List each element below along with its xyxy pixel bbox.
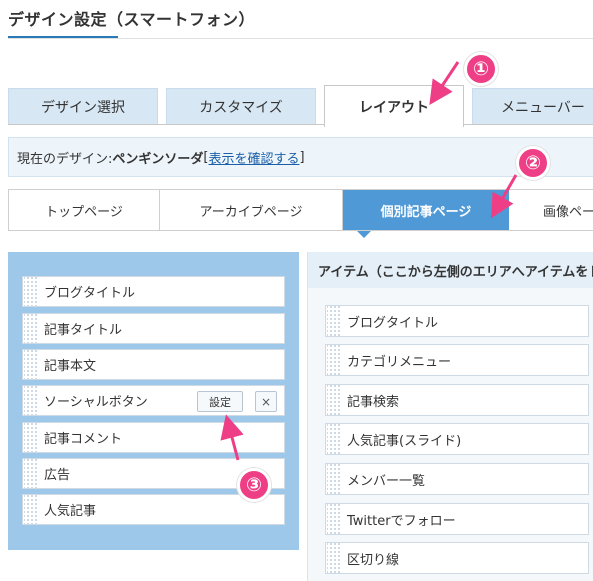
layout-slot[interactable]: ブログタイトル bbox=[22, 276, 285, 307]
annotation-badge-3: ③ bbox=[237, 468, 271, 502]
tab-label: メニューバー bbox=[501, 100, 585, 116]
palette-item[interactable]: 記事検索 bbox=[325, 384, 589, 416]
view-design-link[interactable]: 表示を確認する bbox=[208, 148, 299, 167]
palette-item[interactable]: Twitterでフォロー bbox=[325, 503, 589, 535]
subtab-label: トップページ bbox=[45, 204, 123, 220]
main-tab-bar: デザイン選択 カスタマイズ レイアウト メニューバー bbox=[8, 85, 593, 127]
drag-handle-icon[interactable] bbox=[327, 464, 341, 494]
items-header: アイテム（ここから左側のエリアへアイテムをドラッグ） bbox=[308, 252, 593, 288]
annotation-badge-1: ① bbox=[464, 52, 498, 86]
layout-slot[interactable]: 記事コメント bbox=[22, 422, 285, 453]
drag-handle-icon[interactable] bbox=[24, 495, 38, 524]
palette-item[interactable]: メンバー一覧 bbox=[325, 463, 589, 495]
tab-label: デザイン選択 bbox=[41, 100, 125, 116]
item-label: メンバー一覧 bbox=[347, 473, 426, 489]
item-label: カテゴリメニュー bbox=[347, 354, 452, 370]
layout-slot[interactable]: 記事タイトル bbox=[22, 313, 285, 344]
drag-handle-icon[interactable] bbox=[327, 306, 341, 336]
drag-handle-icon[interactable] bbox=[327, 345, 341, 375]
title-divider bbox=[8, 38, 593, 39]
item-label: 区切り線 bbox=[347, 552, 400, 568]
subtab-image-page[interactable]: 画像ページ bbox=[509, 190, 593, 230]
remove-button[interactable]: × bbox=[255, 391, 277, 412]
layout-slot[interactable]: 記事本文 bbox=[22, 349, 285, 380]
item-label: ブログタイトル bbox=[347, 315, 439, 331]
subtab-label: 画像ページ bbox=[543, 204, 593, 220]
tab-design-select[interactable]: デザイン選択 bbox=[8, 88, 158, 125]
subtab-top-page[interactable]: トップページ bbox=[9, 190, 160, 230]
page-type-tab-bar: トップページ アーカイブページ 個別記事ページ 画像ページ bbox=[8, 189, 593, 231]
palette-item[interactable]: 人気記事(スライド) bbox=[325, 423, 589, 455]
slot-label: 記事本文 bbox=[44, 359, 97, 374]
current-design-name: ペンギンソーダ bbox=[112, 151, 204, 167]
drag-handle-icon[interactable] bbox=[327, 543, 341, 573]
item-label: 記事検索 bbox=[347, 394, 400, 410]
annotation-badge-2: ② bbox=[516, 146, 550, 180]
drag-handle-icon[interactable] bbox=[24, 423, 38, 452]
tab-label: レイアウト bbox=[359, 99, 429, 116]
subtab-archive-page[interactable]: アーカイブページ bbox=[160, 190, 343, 230]
tab-layout[interactable]: レイアウト bbox=[324, 85, 464, 127]
palette-item[interactable]: カテゴリメニュー bbox=[325, 344, 589, 376]
drag-handle-icon[interactable] bbox=[24, 459, 38, 488]
settings-button[interactable]: 設定 bbox=[197, 391, 243, 412]
palette-item[interactable]: ブログタイトル bbox=[325, 305, 589, 337]
tab-bar-baseline bbox=[8, 124, 593, 125]
item-label: Twitterでフォロー bbox=[347, 513, 456, 529]
slot-label: 記事タイトル bbox=[44, 323, 123, 338]
drag-handle-icon[interactable] bbox=[327, 504, 341, 534]
current-design-bar: 現在のデザイン: ペンギンソーダ [ 表示を確認する ] bbox=[8, 137, 593, 177]
item-label: 人気記事(スライド) bbox=[347, 433, 462, 449]
slot-label: 記事コメント bbox=[44, 432, 123, 447]
drag-handle-icon[interactable] bbox=[24, 277, 38, 306]
tab-menubar[interactable]: メニューバー bbox=[472, 88, 593, 125]
drag-handle-icon[interactable] bbox=[24, 386, 38, 415]
slot-label: ソーシャルボタン bbox=[44, 395, 148, 410]
subtab-entry-page[interactable]: 個別記事ページ bbox=[343, 190, 509, 230]
layout-slot-social[interactable]: ソーシャルボタン 設定 × bbox=[22, 385, 285, 416]
palette-item[interactable]: 区切り線 bbox=[325, 542, 589, 574]
layout-drop-area[interactable]: ブログタイトル 記事タイトル 記事本文 ソーシャルボタン 設定 × 記事コメント… bbox=[8, 252, 299, 550]
page-title: デザイン設定（スマートフォン） bbox=[8, 10, 256, 29]
slot-label: 広告 bbox=[44, 468, 71, 483]
tab-label: カスタマイズ bbox=[199, 100, 283, 116]
drag-handle-icon[interactable] bbox=[327, 424, 341, 454]
current-design-prefix: 現在のデザイン: bbox=[17, 151, 113, 167]
slot-label: ブログタイトル bbox=[44, 286, 136, 301]
subtab-label: 個別記事ページ bbox=[380, 204, 472, 220]
active-subtab-caret bbox=[357, 231, 371, 238]
drag-handle-icon[interactable] bbox=[24, 314, 38, 343]
drag-handle-icon[interactable] bbox=[327, 385, 341, 415]
subtab-label: アーカイブページ bbox=[199, 204, 303, 220]
drag-handle-icon[interactable] bbox=[24, 350, 38, 379]
slot-label: 人気記事 bbox=[44, 504, 97, 519]
link-bracket-close: ] bbox=[299, 149, 305, 165]
items-palette: アイテム（ここから左側のエリアへアイテムをドラッグ） ブログタイトル カテゴリメ… bbox=[307, 252, 593, 581]
tab-customize[interactable]: カスタマイズ bbox=[166, 88, 316, 125]
